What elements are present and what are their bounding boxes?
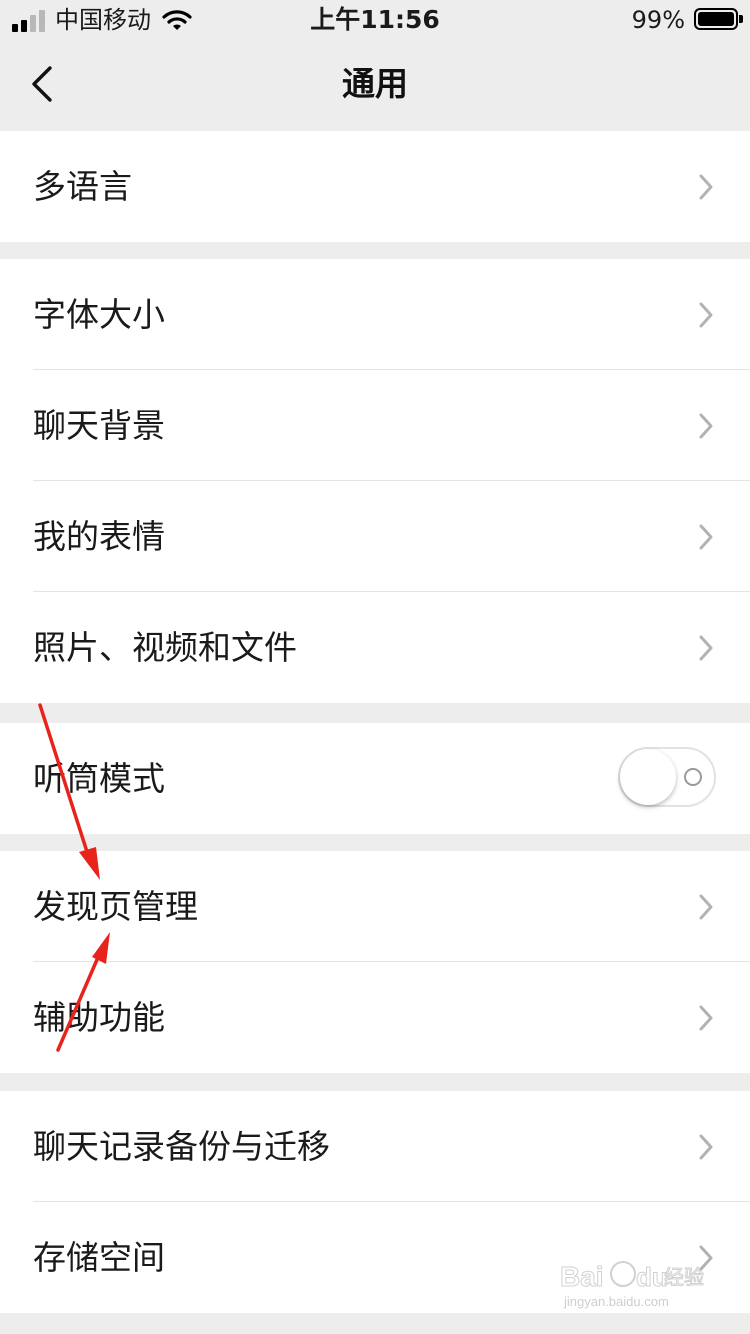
settings-group: 发现页管理 辅助功能 [0, 851, 750, 1073]
battery-percentage: 99% [631, 6, 685, 34]
settings-row-label: 辅助功能 [33, 998, 165, 1037]
chevron-right-icon [699, 524, 713, 550]
navigation-bar: 通用 [0, 40, 750, 130]
settings-group: 字体大小聊天背景我的表情照片、视频和文件 [0, 259, 750, 703]
chevron-right-icon [699, 1005, 713, 1031]
settings-row-label: 聊天背景 [33, 406, 165, 445]
settings-row-label: 聊天记录备份与迁移 [33, 1127, 330, 1166]
earpiece-mode-toggle[interactable] [618, 747, 716, 807]
settings-row-label: 听筒模式 [33, 759, 165, 798]
page-title: 通用 [342, 64, 408, 103]
settings-row[interactable]: 聊天背景 [0, 370, 750, 481]
settings-row[interactable]: 辅助功能 [0, 962, 750, 1073]
svg-text:du: du [636, 1262, 668, 1292]
chevron-right-icon [699, 413, 713, 439]
settings-row[interactable]: 多语言 [0, 131, 750, 242]
svg-text:经验: 经验 [664, 1265, 704, 1289]
settings-row-label: 字体大小 [33, 295, 165, 334]
settings-row-label: 我的表情 [33, 517, 165, 556]
svg-text:Bai: Bai [560, 1261, 604, 1292]
baidu-jingyan-watermark: Bai du 经验 jingyan.baidu.com [560, 1261, 705, 1310]
settings-row-label: 存储空间 [33, 1238, 165, 1277]
settings-group: 听筒模式 [0, 723, 750, 834]
toggle-knob [620, 749, 676, 805]
chevron-right-icon [699, 174, 713, 200]
chevron-right-icon [699, 302, 713, 328]
status-bar: 中国移动 上午11:56 99% [0, 0, 750, 40]
settings-row-label: 多语言 [33, 167, 132, 206]
settings-row[interactable]: 发现页管理 [0, 851, 750, 962]
settings-row-label: 发现页管理 [33, 887, 198, 926]
svg-text:jingyan.baidu.com: jingyan.baidu.com [563, 1294, 669, 1309]
chevron-right-icon [699, 1134, 713, 1160]
settings-row[interactable]: 照片、视频和文件 [0, 592, 750, 703]
settings-row[interactable]: 我的表情 [0, 481, 750, 592]
settings-row: 听筒模式 [0, 723, 750, 834]
settings-row-label: 照片、视频和文件 [33, 628, 297, 667]
chevron-right-icon [699, 894, 713, 920]
battery-icon [694, 8, 738, 30]
settings-row[interactable]: 聊天记录备份与迁移 [0, 1091, 750, 1202]
battery-tip [739, 15, 743, 23]
chevron-right-icon [699, 635, 713, 661]
settings-row[interactable]: 字体大小 [0, 259, 750, 370]
toggle-off-indicator-icon [684, 768, 702, 786]
settings-group: 多语言 [0, 131, 750, 242]
